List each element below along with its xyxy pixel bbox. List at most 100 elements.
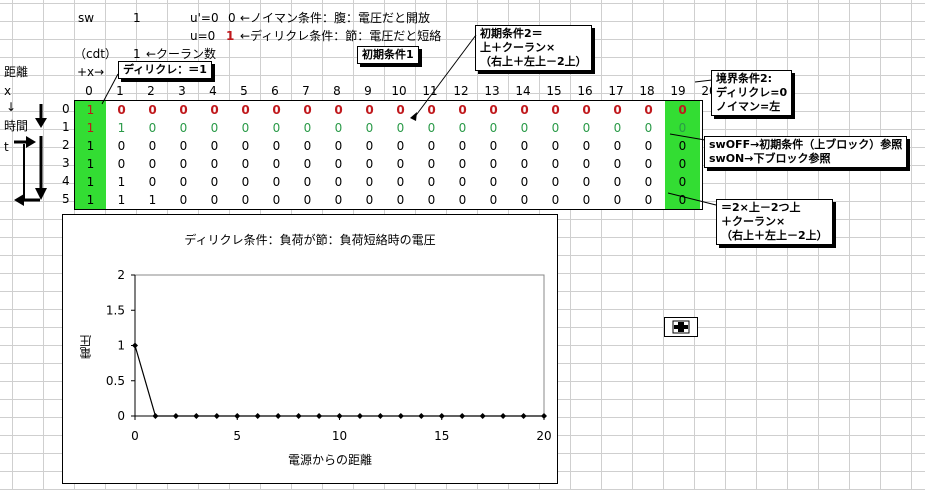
grid-cell[interactable]: 0: [540, 119, 571, 137]
grid-cell[interactable]: 0: [292, 155, 323, 173]
grid-cell[interactable]: 1: [75, 173, 106, 191]
grid-cell[interactable]: 1: [106, 173, 137, 191]
grid-cell[interactable]: 0: [571, 191, 602, 209]
grid-cell[interactable]: 0: [602, 191, 633, 209]
grid-cell[interactable]: 0: [168, 173, 199, 191]
grid-cell[interactable]: 0: [509, 155, 540, 173]
grid-cell[interactable]: 0: [230, 191, 261, 209]
grid-cell[interactable]: 0: [292, 137, 323, 155]
grid-cell[interactable]: 0: [571, 173, 602, 191]
grid-cell[interactable]: 0: [665, 155, 700, 173]
grid-cell[interactable]: 0: [323, 173, 354, 191]
grid-cell[interactable]: 0: [447, 137, 478, 155]
grid-cell[interactable]: 0: [540, 101, 571, 119]
grid-cell[interactable]: 0: [137, 137, 168, 155]
grid-cell[interactable]: 0: [385, 155, 416, 173]
voltage-chart[interactable]: ディリクレ条件：負荷が節：負荷短絡時の電圧 電源からの距離 電圧 0 0.5 1 1.…: [62, 214, 558, 484]
grid-cell[interactable]: 0: [199, 173, 230, 191]
grid-cell[interactable]: 0: [633, 173, 664, 191]
grid-cell[interactable]: 1: [137, 191, 168, 209]
grid-cell[interactable]: 0: [540, 137, 571, 155]
grid-cell[interactable]: 0: [137, 155, 168, 173]
grid-cell[interactable]: 0: [416, 101, 447, 119]
plus-button-icon[interactable]: [664, 317, 698, 337]
grid-cell[interactable]: 0: [261, 101, 292, 119]
grid-cell[interactable]: 0: [385, 119, 416, 137]
grid-cell[interactable]: 0: [354, 191, 385, 209]
grid-cell[interactable]: 0: [665, 191, 700, 209]
grid-cell[interactable]: 0: [168, 119, 199, 137]
grid-cell[interactable]: 0: [571, 137, 602, 155]
grid-cell[interactable]: 0: [354, 119, 385, 137]
grid-cell[interactable]: 0: [199, 155, 230, 173]
grid-cell[interactable]: 0: [292, 101, 323, 119]
grid-cell[interactable]: 0: [137, 119, 168, 137]
grid-cell[interactable]: 0: [571, 101, 602, 119]
grid-cell[interactable]: 0: [665, 137, 700, 155]
dirichlet-value[interactable]: 1: [226, 29, 234, 43]
grid-cell[interactable]: 0: [261, 173, 292, 191]
grid-cell[interactable]: 0: [447, 173, 478, 191]
grid-cell[interactable]: 0: [509, 101, 540, 119]
grid-cell[interactable]: 0: [478, 137, 509, 155]
grid-cell[interactable]: 0: [540, 173, 571, 191]
grid-cell[interactable]: 0: [354, 101, 385, 119]
grid-cell[interactable]: 0: [199, 191, 230, 209]
grid-cell[interactable]: 0: [230, 173, 261, 191]
grid-cell[interactable]: 0: [323, 191, 354, 209]
grid-cell[interactable]: 0: [106, 101, 137, 119]
grid-cell[interactable]: 0: [323, 119, 354, 137]
grid-cell[interactable]: 0: [602, 155, 633, 173]
grid-cell[interactable]: 0: [168, 137, 199, 155]
grid-cell[interactable]: 0: [509, 119, 540, 137]
grid-cell[interactable]: 0: [602, 101, 633, 119]
grid-cell[interactable]: 0: [602, 119, 633, 137]
grid-cell[interactable]: 0: [416, 137, 447, 155]
grid-cell[interactable]: 0: [478, 119, 509, 137]
grid-cell[interactable]: 0: [168, 101, 199, 119]
grid-cell[interactable]: 0: [478, 101, 509, 119]
grid-cell[interactable]: 0: [230, 155, 261, 173]
grid-cell[interactable]: 0: [509, 137, 540, 155]
courant-value[interactable]: 1: [133, 47, 141, 61]
neumann-value[interactable]: 0: [228, 11, 236, 25]
grid-cell[interactable]: 0: [447, 155, 478, 173]
grid-cell[interactable]: 0: [665, 173, 700, 191]
grid-cell[interactable]: 0: [323, 155, 354, 173]
grid-cell[interactable]: 0: [385, 137, 416, 155]
grid-cell[interactable]: 1: [106, 191, 137, 209]
grid-cell[interactable]: 0: [602, 173, 633, 191]
grid-cell[interactable]: 0: [416, 119, 447, 137]
grid-cell[interactable]: 0: [354, 137, 385, 155]
grid-cell[interactable]: 0: [323, 137, 354, 155]
grid-cell[interactable]: 0: [292, 173, 323, 191]
grid-cell[interactable]: 0: [292, 191, 323, 209]
grid-cell[interactable]: 1: [75, 155, 106, 173]
grid-cell[interactable]: 0: [385, 173, 416, 191]
grid-cell[interactable]: 0: [447, 101, 478, 119]
grid-cell[interactable]: 0: [509, 173, 540, 191]
grid-cell[interactable]: 0: [633, 155, 664, 173]
grid-cell[interactable]: 0: [199, 119, 230, 137]
grid-cell[interactable]: 0: [292, 119, 323, 137]
grid-cell[interactable]: 0: [261, 119, 292, 137]
grid-cell[interactable]: 0: [199, 137, 230, 155]
grid-cell[interactable]: 0: [199, 101, 230, 119]
grid-cell[interactable]: 1: [75, 191, 106, 209]
grid-cell[interactable]: 0: [416, 155, 447, 173]
grid-cell[interactable]: 0: [416, 173, 447, 191]
grid-cell[interactable]: 0: [354, 173, 385, 191]
grid-cell[interactable]: 0: [106, 137, 137, 155]
grid-cell[interactable]: 0: [633, 137, 664, 155]
grid-cell[interactable]: 0: [665, 119, 700, 137]
grid-cell[interactable]: 0: [571, 119, 602, 137]
grid-cell[interactable]: 0: [665, 101, 700, 119]
grid-cell[interactable]: 0: [261, 155, 292, 173]
grid-cell[interactable]: 0: [633, 101, 664, 119]
grid-cell[interactable]: 0: [385, 191, 416, 209]
grid-cell[interactable]: 0: [447, 191, 478, 209]
grid-cell[interactable]: 0: [416, 191, 447, 209]
grid-cell[interactable]: 1: [106, 119, 137, 137]
grid-cell[interactable]: 0: [478, 191, 509, 209]
grid-cell[interactable]: 0: [230, 137, 261, 155]
